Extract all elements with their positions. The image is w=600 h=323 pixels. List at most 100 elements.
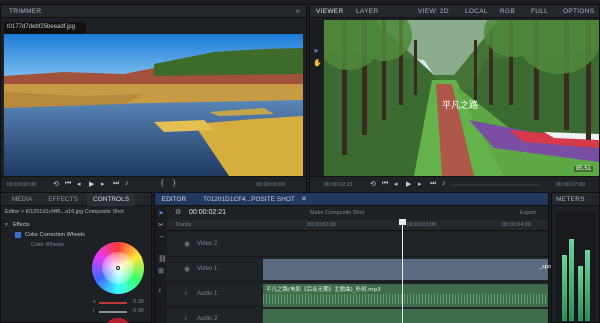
ruler-mark-1: 00:00:03:00	[407, 222, 437, 228]
viewer-prev-icon[interactable]: ◂	[394, 180, 398, 188]
viewer-controls: 00:00:02:21 ⟲ ⏮ ◂ ▶ ▸ ⏭ ♪ 00:00:07:00	[310, 176, 599, 192]
tab-composite-shot[interactable]: T01201D1CF4...POSITE SHOT	[195, 193, 303, 206]
loop-icon[interactable]: ⟲	[53, 180, 59, 188]
settings-gear-icon[interactable]: ⚙	[175, 208, 181, 216]
close-icon[interactable]: ×	[295, 7, 300, 16]
viewer-audio-icon[interactable]: ♪	[442, 180, 446, 187]
track-video-2[interactable]: ◉ Video 2	[167, 232, 548, 257]
tracks-label: Tracks	[175, 222, 192, 228]
viewer-next-icon[interactable]: ▸	[418, 180, 422, 188]
editor-snap-icon[interactable]: ⊞	[158, 267, 164, 275]
meters-title: METERS	[556, 196, 585, 203]
track-audio-2[interactable]: ♪ Audio 2	[167, 307, 548, 323]
tracks-header: Tracks 00:00:02:00 00:00:03:00 00:00:04:…	[167, 220, 548, 231]
effect-name: Color Correction Wheels	[25, 232, 85, 238]
viewer-step-back-icon[interactable]: ⏮	[382, 180, 388, 188]
effect-checkbox[interactable]	[15, 232, 21, 238]
meter-bar	[569, 238, 574, 321]
meter-bar	[562, 255, 567, 321]
tab-media[interactable]: MEDIA	[5, 193, 39, 206]
close-tab-icon[interactable]: ✕	[301, 195, 307, 203]
audio-clip-name: 平凡之路(电影《后会无期》主题曲)_朴树.mp3	[266, 287, 381, 293]
resolution-dropdown[interactable]: FULL	[531, 8, 548, 15]
track-audio-1[interactable]: ♪ Audio 1 平凡之路(电影《后会无期》主题曲)_朴树.mp3	[167, 282, 548, 307]
trimmer-controls: 00:00:00:00 ⟲ ⏮ ◂ ▶ ▸ ⏭ ♪ { } 00:00:00:0…	[1, 176, 306, 192]
second-color-wheel[interactable]	[105, 318, 131, 323]
tab-controls[interactable]: CONTROLS	[87, 193, 135, 206]
channel-dropdown[interactable]: RGB	[500, 8, 515, 15]
tab-effects[interactable]: EFFECTS	[43, 193, 83, 206]
trimmer-timecode-right: 00:00:00:00	[256, 182, 286, 188]
prev-frame-icon[interactable]: ◂	[77, 180, 81, 188]
hand-tool-icon[interactable]: ✋	[313, 59, 322, 67]
select-tool-icon[interactable]: ➤	[313, 47, 319, 55]
viewer-timecode-right: 00:00:07:00	[556, 182, 586, 188]
editor-slip-icon[interactable]: ↔	[158, 233, 165, 240]
audio-icon[interactable]: ♪	[184, 290, 188, 297]
viewer-scrub-bar[interactable]	[450, 184, 540, 186]
export-button[interactable]: Export	[520, 210, 536, 216]
color-wheel-picker[interactable]	[116, 266, 120, 270]
viewer-timecode-left: 00:00:02:21	[324, 182, 354, 188]
make-composite-button[interactable]: Make Composite Shot	[310, 210, 364, 216]
meters-area	[556, 211, 596, 321]
editor-panel: EDITOR T01201D1CF4...POSITE SHOT ✕ ⚙ 00:…	[154, 192, 554, 323]
breadcrumb[interactable]: Editor > t01201d1cf4f6...a16.jpg Composi…	[5, 209, 124, 215]
options-dropdown[interactable]: OPTIONS	[563, 8, 594, 15]
viewer-play-icon[interactable]: ▶	[406, 180, 411, 188]
editor-timecode: 00:00:02:21	[189, 209, 226, 216]
step-back-icon[interactable]: ⏮	[65, 180, 71, 188]
effects-expand-icon[interactable]: ▾	[5, 222, 8, 228]
controls-tabs: MEDIA EFFECTS CONTROLS	[1, 193, 151, 206]
playhead-handle[interactable]	[399, 219, 406, 225]
video-clip[interactable]	[263, 259, 548, 280]
editor-tool-strip: ➤ ✂ ↔ ⛓ ⊞ ♪	[155, 207, 167, 323]
track-label-video-1: Video 1	[197, 266, 218, 272]
viewer-overlay-text: 平凡之路	[442, 101, 479, 111]
tab-viewer[interactable]: VIEWER	[316, 8, 343, 15]
editor-select-icon[interactable]: ➤	[158, 209, 164, 217]
viewer-preview: 平凡之路 85.51	[324, 20, 599, 176]
ruler-mark-0: 00:00:02:00	[307, 222, 337, 228]
viewer-loop-icon[interactable]: ⟲	[370, 180, 376, 188]
step-forward-icon[interactable]: ⏭	[113, 180, 119, 188]
space-dropdown[interactable]: LOCAL	[465, 8, 488, 15]
editor-audio-icon[interactable]: ♪	[158, 287, 162, 294]
tab-editor[interactable]: EDITOR	[157, 193, 191, 206]
editor-toolbar: ⚙ 00:00:02:21 Make Composite Shot Export	[155, 207, 548, 219]
meters-panel: METERS	[551, 192, 600, 323]
tracks-area: ◉ Video 2 ◉ Video 1 ♪ Audio 1 平凡之路(电影《后会…	[167, 219, 554, 323]
next-frame-icon[interactable]: ▸	[101, 180, 105, 188]
effects-section: ▾ Effects Color Correction Wheels Color …	[1, 220, 151, 323]
audio-clip[interactable]: 平凡之路(电影《后会无期》主题曲)_朴树.mp3	[263, 284, 548, 307]
editor-link-icon[interactable]: ⛓	[158, 255, 167, 263]
slider-1-value: 0.00	[133, 299, 144, 305]
slider-1[interactable]	[99, 302, 127, 304]
track-label-video-2: Video 2	[197, 241, 218, 247]
trimmer-timecode-left: 00:00:00:00	[7, 182, 37, 188]
mark-in-icon[interactable]: {	[161, 180, 163, 187]
slider-1-label: s	[93, 299, 96, 305]
color-wheel[interactable]	[92, 242, 144, 294]
view-mode-dropdown[interactable]: VIEW: 2D	[418, 8, 449, 15]
viewer-zoom-readout: 85.51	[573, 166, 593, 172]
trimmer-title: TRIMMER	[9, 8, 42, 15]
track-video-1[interactable]: ◉ Video 1	[167, 257, 548, 282]
editor-razor-icon[interactable]: ✂	[158, 221, 164, 229]
tab-layer[interactable]: LAYER	[356, 8, 378, 15]
visibility-icon[interactable]: ◉	[184, 265, 190, 273]
trimmer-filename-bar: t0177d7debf25beeadf.jpg	[4, 22, 86, 34]
audio-icon[interactable]: ♪	[184, 315, 188, 322]
trimmer-filename: t0177d7debf25beeadf.jpg	[7, 24, 76, 30]
meters-header: METERS	[552, 193, 599, 206]
audio-clip-2[interactable]	[263, 309, 548, 323]
slider-2-label: l	[93, 308, 95, 314]
play-icon[interactable]: ▶	[89, 180, 94, 188]
slider-2[interactable]	[99, 311, 127, 313]
audio-icon[interactable]: ♪	[125, 180, 129, 187]
ruler-mark-2: 00:00:04:00	[502, 222, 532, 228]
playhead[interactable]	[402, 220, 403, 323]
mark-out-icon[interactable]: }	[173, 180, 175, 187]
viewer-step-forward-icon[interactable]: ⏭	[430, 180, 436, 188]
visibility-icon[interactable]: ◉	[184, 240, 190, 248]
